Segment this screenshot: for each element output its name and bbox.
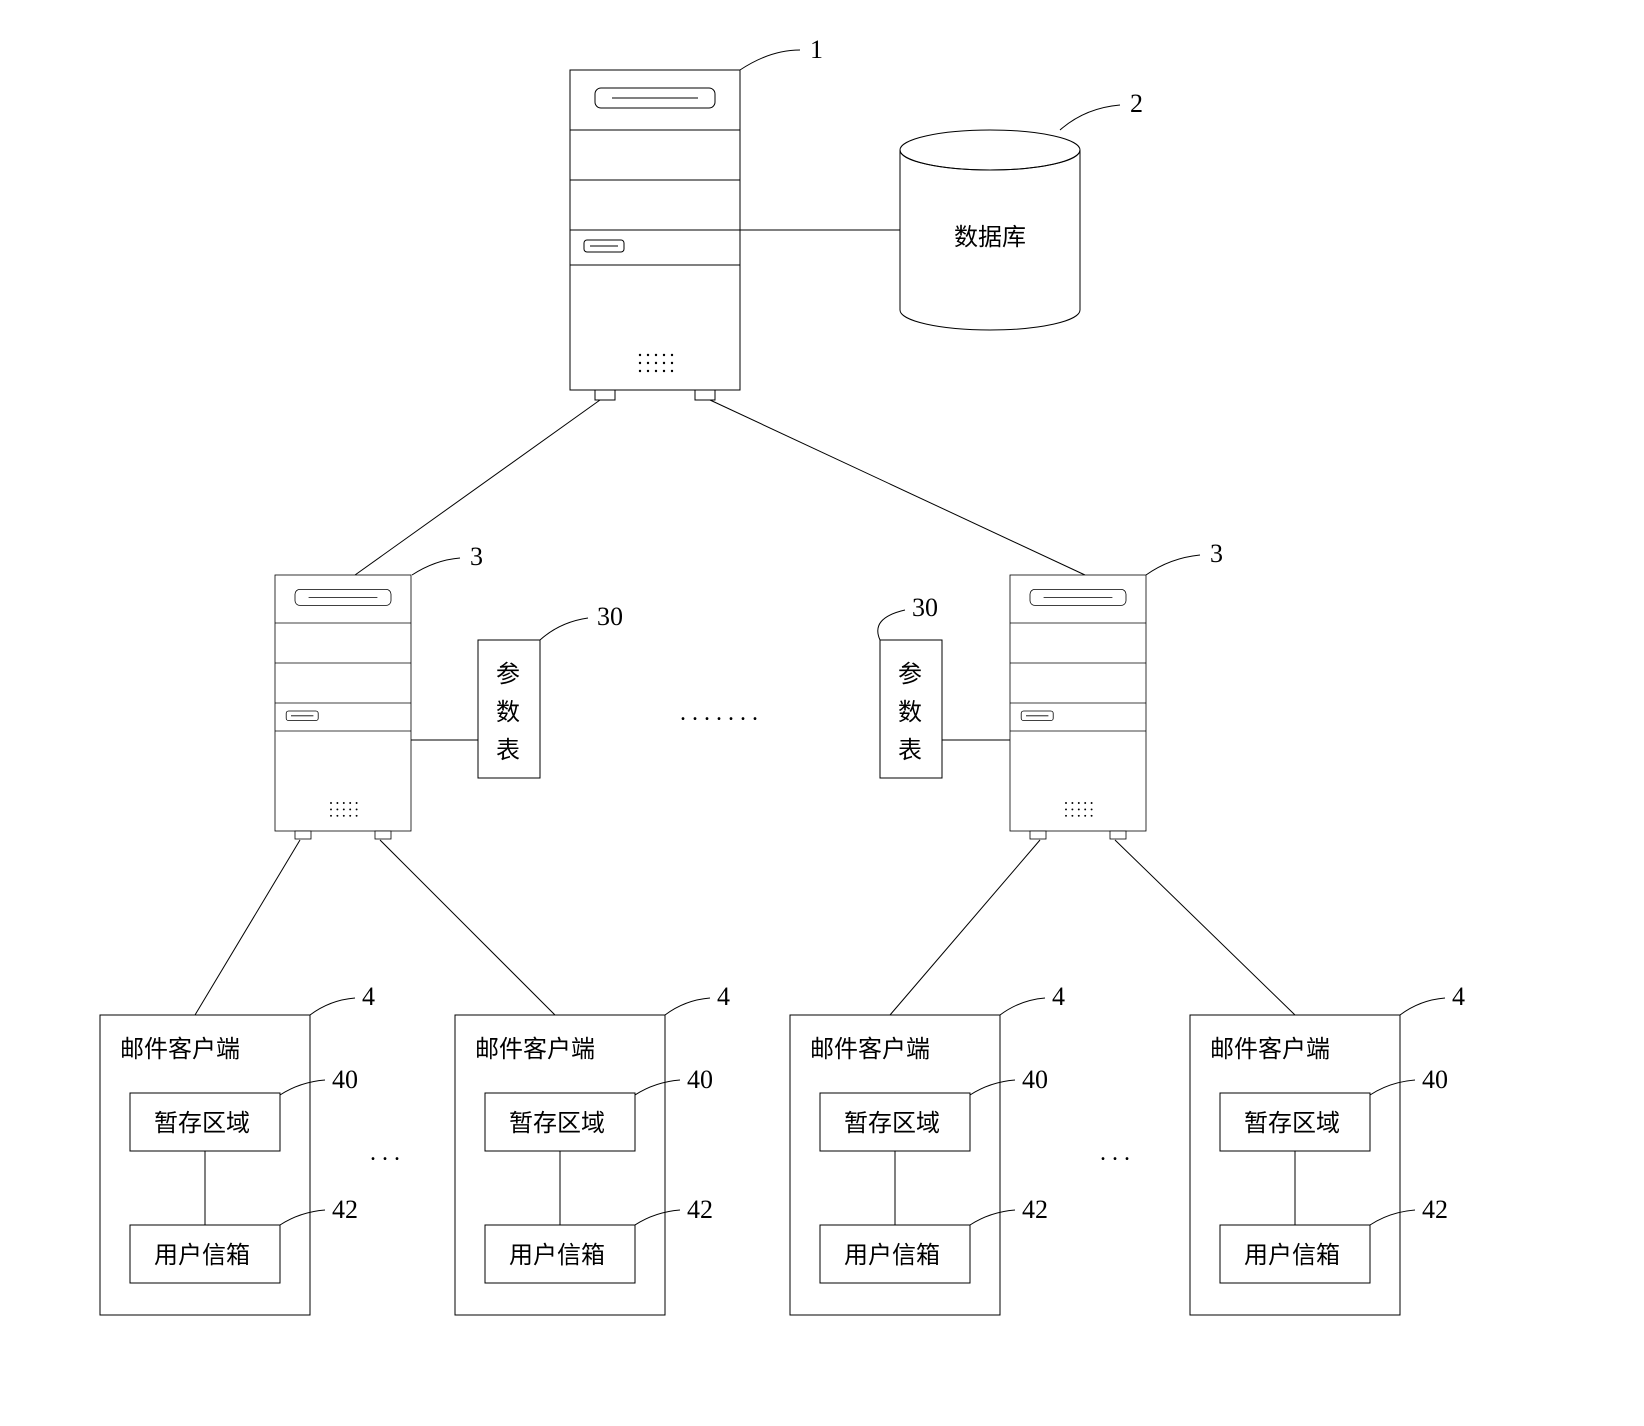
svg-text:邮件客户端: 邮件客户端 xyxy=(475,1036,595,1063)
label-4-1: 4 xyxy=(362,982,375,1011)
label-30-right: 30 xyxy=(912,593,938,622)
sub-server-left xyxy=(275,575,411,839)
label-4-3: 4 xyxy=(1052,982,1065,1011)
mail-client-4: 邮件客户端 暂存区域 用户信箱 xyxy=(1190,1015,1400,1315)
mail-client-1: 邮件客户端 暂存区域 用户信箱 xyxy=(100,1015,310,1315)
svg-text:暂存区域: 暂存区域 xyxy=(509,1110,605,1137)
label-40-4: 40 xyxy=(1422,1065,1448,1094)
svg-text:数: 数 xyxy=(496,699,520,726)
svg-text:暂存区域: 暂存区域 xyxy=(154,1110,250,1137)
callout-subL xyxy=(412,558,460,575)
link-subL-c1 xyxy=(195,840,300,1015)
link-subR-c4 xyxy=(1115,840,1295,1015)
callout-paramL xyxy=(540,618,588,640)
svg-text:用户信箱: 用户信箱 xyxy=(154,1242,250,1269)
label-4-4: 4 xyxy=(1452,982,1465,1011)
link-subR-c3 xyxy=(890,840,1040,1015)
svg-text:数: 数 xyxy=(898,699,922,726)
callout-main-server xyxy=(740,50,800,70)
label-42-1: 42 xyxy=(332,1195,358,1224)
label-42-4: 42 xyxy=(1422,1195,1448,1224)
label-42-2: 42 xyxy=(687,1195,713,1224)
svg-text:用户信箱: 用户信箱 xyxy=(1244,1242,1340,1269)
svg-text:表: 表 xyxy=(898,737,922,764)
label-3-right: 3 xyxy=(1210,539,1223,568)
ellipsis-2: . . . xyxy=(1100,1140,1130,1166)
param-table-right: 参 数 表 xyxy=(880,640,942,778)
label-4-2: 4 xyxy=(717,982,730,1011)
svg-text:用户信箱: 用户信箱 xyxy=(509,1242,605,1269)
label-42-3: 42 xyxy=(1022,1195,1048,1224)
label-40-1: 40 xyxy=(332,1065,358,1094)
label-40-2: 40 xyxy=(687,1065,713,1094)
svg-text:邮件客户端: 邮件客户端 xyxy=(810,1036,930,1063)
svg-text:参: 参 xyxy=(496,661,520,688)
dots-between-servers: . . . . . . . xyxy=(680,700,758,726)
svg-text:邮件客户端: 邮件客户端 xyxy=(120,1036,240,1063)
label-30-left: 30 xyxy=(597,602,623,631)
main-server xyxy=(570,70,740,400)
label-40-3: 40 xyxy=(1022,1065,1048,1094)
callout-db xyxy=(1060,105,1120,130)
label-3-left: 3 xyxy=(470,542,483,571)
link-subL-c2 xyxy=(380,840,555,1015)
sub-server-right xyxy=(1010,575,1146,839)
svg-text:表: 表 xyxy=(496,737,520,764)
mail-client-3: 邮件客户端 暂存区域 用户信箱 xyxy=(790,1015,1000,1315)
svg-text:暂存区域: 暂存区域 xyxy=(844,1110,940,1137)
link-main-right xyxy=(710,400,1085,575)
svg-text:用户信箱: 用户信箱 xyxy=(844,1242,940,1269)
database-text: 数据库 xyxy=(954,224,1026,251)
svg-text:暂存区域: 暂存区域 xyxy=(1244,1110,1340,1137)
label-2: 2 xyxy=(1130,89,1143,118)
svg-text:参: 参 xyxy=(898,661,922,688)
ellipsis-1: . . . xyxy=(370,1140,400,1166)
database-icon: 数据库 xyxy=(900,130,1080,330)
param-table-left: 参 数 表 xyxy=(478,640,540,778)
callout-paramR xyxy=(878,610,905,640)
callout-subR xyxy=(1146,555,1200,575)
svg-text:邮件客户端: 邮件客户端 xyxy=(1210,1036,1330,1063)
mail-client-2: 邮件客户端 暂存区域 用户信箱 xyxy=(455,1015,665,1315)
label-1: 1 xyxy=(810,35,823,64)
